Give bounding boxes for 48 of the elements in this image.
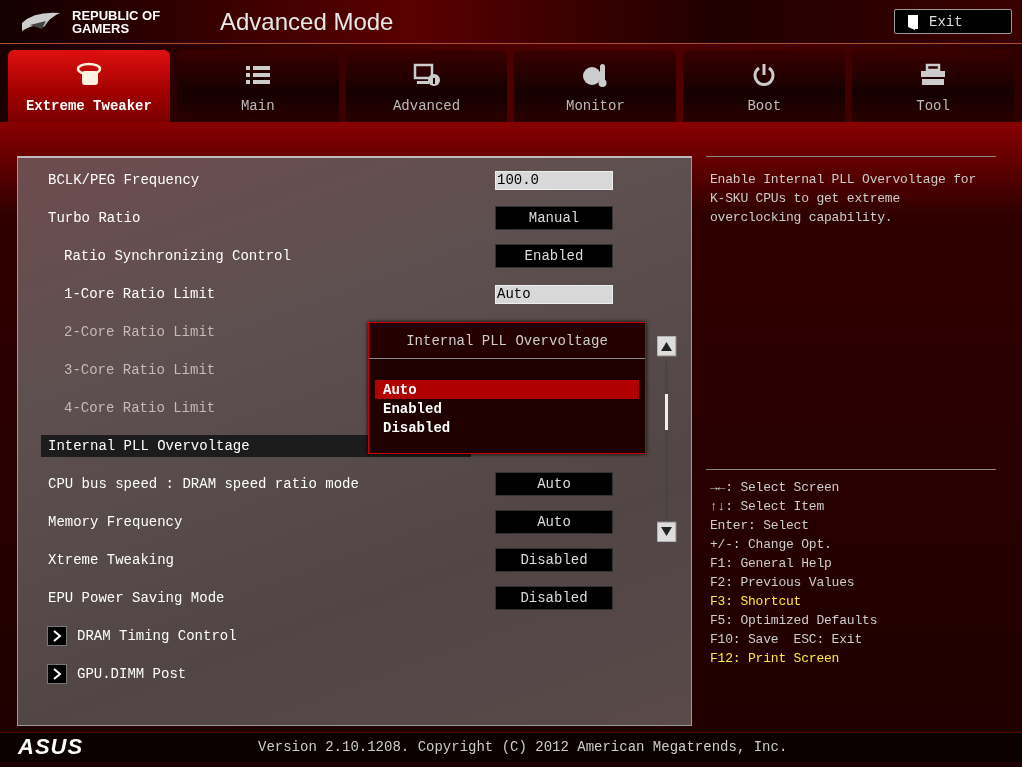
setting-label[interactable]: DRAM Timing Control <box>70 625 244 647</box>
option-button[interactable]: Disabled <box>495 586 613 610</box>
tab[interactable]: Main <box>176 50 339 122</box>
setting-label[interactable]: GPU.DIMM Post <box>70 663 194 685</box>
toolbox-icon <box>919 62 948 88</box>
key-hint: F2: Previous Values <box>710 574 856 592</box>
setting-label[interactable]: Memory Frequency <box>41 511 190 533</box>
monitor-info-icon <box>412 62 441 88</box>
key-hint: Enter: Select <box>710 517 810 535</box>
tab[interactable]: Monitor <box>514 50 677 122</box>
brand-logo: ASUS <box>18 734 85 760</box>
key-hint: →←: Select Screen <box>710 479 841 497</box>
door-icon <box>907 13 919 30</box>
help-text: Enable Internal PLL Overvoltage for K-SKU CPUs to get extreme overclocking capability. <box>706 156 996 469</box>
window-title: Advanced Mode <box>220 7 395 36</box>
setting-label[interactable]: BCLK/PEG Frequency <box>41 169 207 191</box>
scrollbar[interactable] <box>657 336 677 542</box>
exit-button[interactable]: Exit <box>894 9 1012 34</box>
key-hint: F5: Optimized Defaults <box>710 612 879 630</box>
option-button[interactable]: Enabled <box>495 244 613 268</box>
popup-option[interactable]: Enabled <box>375 399 639 418</box>
tab[interactable]: Advanced <box>345 50 508 122</box>
key-hint: F1: General Help <box>710 555 833 573</box>
key-hint: F12: Print Screen <box>710 650 841 668</box>
option-button[interactable]: Auto <box>495 472 613 496</box>
popup-option[interactable]: Auto <box>375 380 639 399</box>
option-button[interactable]: Disabled <box>495 548 613 572</box>
option-button[interactable]: Manual <box>495 206 613 230</box>
value-field[interactable]: Auto <box>495 284 613 304</box>
tab[interactable]: Extreme Tweaker <box>8 50 170 122</box>
option-button[interactable]: Auto <box>495 510 613 534</box>
value-field[interactable]: 100.0 <box>495 170 613 190</box>
popup-option[interactable]: Disabled <box>375 418 639 437</box>
setting-label[interactable]: Ratio Synchronizing Control <box>57 245 298 267</box>
tab[interactable]: Boot <box>683 50 846 122</box>
key-hint: F10: Save ESC: Exit <box>710 631 864 649</box>
setting-label[interactable]: Xtreme Tweaking <box>41 549 182 571</box>
tab[interactable]: Tool <box>852 50 1014 122</box>
logo-text: REPUBLIC OF GAMERS <box>72 8 162 35</box>
version-text: Version 2.10.1208. Copyright (C) 2012 American Megatrends, Inc. <box>258 739 788 755</box>
key-hint: F3: Shortcut <box>710 593 803 611</box>
setting-label[interactable]: CPU bus speed : DRAM speed ratio mode <box>41 473 366 495</box>
popup-title: Internal PLL Overvoltage <box>369 323 645 359</box>
key-hint: +/-: Change Opt. <box>710 536 833 554</box>
setting-label[interactable]: EPU Power Saving Mode <box>41 587 232 609</box>
setting-label[interactable]: 1-Core Ratio Limit <box>57 283 223 305</box>
setting-label[interactable]: Turbo Ratio <box>41 207 148 229</box>
key-hint: ↑↓: Select Item <box>710 498 826 516</box>
